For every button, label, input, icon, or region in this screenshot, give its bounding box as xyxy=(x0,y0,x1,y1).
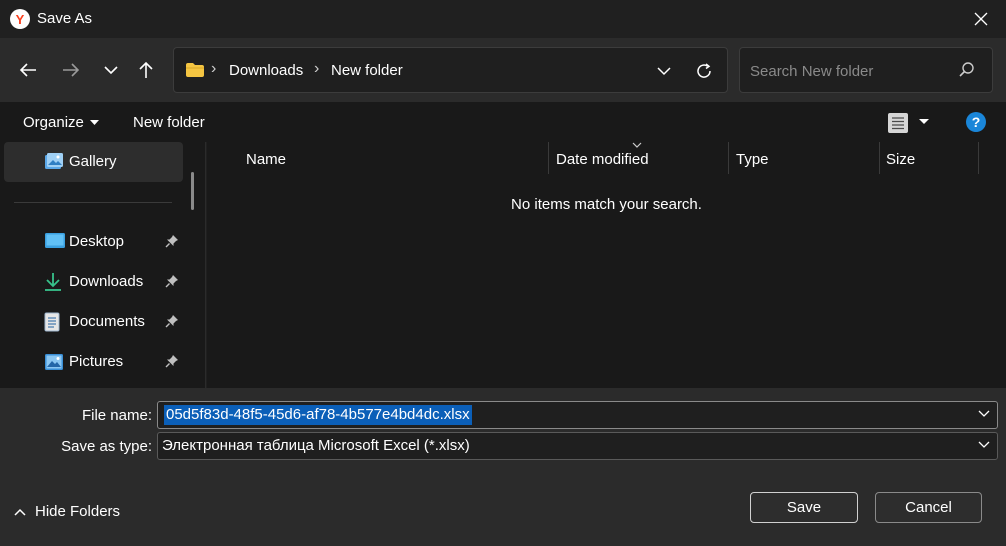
command-bar: Organize New folder ? xyxy=(0,102,1006,142)
yandex-browser-logo-icon: Y xyxy=(10,9,30,29)
chevron-down-icon xyxy=(104,66,118,75)
column-separator[interactable] xyxy=(548,142,549,174)
forward-button[interactable] xyxy=(56,55,86,85)
search-input[interactable] xyxy=(750,61,950,81)
empty-message: No items match your search. xyxy=(511,196,702,213)
pictures-icon xyxy=(45,354,63,370)
chevron-up-icon xyxy=(14,508,26,516)
sidebar-item-gallery[interactable]: Gallery xyxy=(4,142,183,182)
up-button[interactable] xyxy=(131,55,161,85)
pin-icon[interactable] xyxy=(165,354,179,368)
cancel-button[interactable]: Cancel xyxy=(875,492,982,523)
sidebar-item-desktop[interactable]: Desktop xyxy=(4,222,183,262)
sidebar-item-label: Downloads xyxy=(69,273,144,290)
file-list: Name Date modified Type Size No items ma… xyxy=(207,142,1006,388)
hide-folders-label: Hide Folders xyxy=(35,503,121,520)
save-button[interactable]: Save xyxy=(750,492,858,523)
save-type-label: Save as type: xyxy=(61,438,152,455)
organize-label: Organize xyxy=(23,114,84,131)
sidebar-item-label: Documents xyxy=(69,313,145,330)
refresh-button[interactable] xyxy=(691,58,717,84)
sidebar-item-label: Gallery xyxy=(69,153,117,170)
sidebar-item-label: Desktop xyxy=(69,233,125,250)
file-name-field[interactable]: 05d5f83d-48f5-45d6-af78-4b577e4bd4dc.xls… xyxy=(157,401,998,429)
navigation-pane: Gallery Desktop Downloads Documents Pict… xyxy=(0,142,206,388)
column-header-size[interactable]: Size xyxy=(886,151,915,168)
recent-locations-button[interactable] xyxy=(96,55,126,85)
title-bar: Y Save As xyxy=(0,0,1006,38)
search-box[interactable] xyxy=(739,47,993,93)
refresh-icon xyxy=(697,63,711,78)
breadcrumb-separator: › xyxy=(314,60,320,77)
breadcrumb-downloads[interactable]: Downloads xyxy=(229,62,303,79)
download-icon xyxy=(45,273,61,291)
details-view-icon[interactable] xyxy=(887,112,909,134)
pin-icon[interactable] xyxy=(165,314,179,328)
help-icon[interactable]: ? xyxy=(966,112,986,132)
navigation-bar: › Downloads › New folder xyxy=(0,38,1006,102)
pin-icon[interactable] xyxy=(165,274,179,288)
file-name-label: File name: xyxy=(81,407,152,424)
chevron-down-icon[interactable] xyxy=(978,441,990,449)
sidebar-item-pictures[interactable]: Pictures xyxy=(4,342,183,382)
arrow-left-icon xyxy=(19,63,36,77)
close-button[interactable] xyxy=(966,4,996,34)
window-title: Save As xyxy=(37,10,93,27)
address-bar[interactable]: › Downloads › New folder xyxy=(173,47,728,93)
save-form: File name: 05d5f83d-48f5-45d6-af78-4b577… xyxy=(0,388,1006,546)
new-folder-button[interactable]: New folder xyxy=(133,114,205,131)
breadcrumb-new-folder[interactable]: New folder xyxy=(331,62,403,79)
arrow-right-icon xyxy=(63,63,80,77)
folder-icon xyxy=(186,63,204,77)
column-header-type[interactable]: Type xyxy=(736,151,769,168)
pin-icon[interactable] xyxy=(165,234,179,248)
desktop-icon xyxy=(45,233,65,248)
breadcrumb-separator: › xyxy=(211,60,217,77)
column-header-date-modified[interactable]: Date modified xyxy=(556,151,649,168)
sidebar-item-documents[interactable]: Documents xyxy=(4,302,183,342)
save-type-select[interactable]: Электронная таблица Microsoft Excel (*.x… xyxy=(157,432,998,460)
caret-down-icon[interactable] xyxy=(919,119,929,125)
save-type-value: Электронная таблица Microsoft Excel (*.x… xyxy=(162,437,470,454)
organize-button[interactable]: Organize xyxy=(23,114,99,131)
column-header-name[interactable]: Name xyxy=(246,151,286,168)
caret-down-icon xyxy=(89,119,99,125)
hide-folders-button[interactable]: Hide Folders xyxy=(14,503,120,520)
column-separator[interactable] xyxy=(728,142,729,174)
arrow-up-icon xyxy=(139,61,153,78)
chevron-down-icon xyxy=(657,66,671,75)
sidebar-item-downloads[interactable]: Downloads xyxy=(4,262,183,302)
column-separator[interactable] xyxy=(879,142,880,174)
sidebar-divider xyxy=(14,202,172,203)
column-separator[interactable] xyxy=(978,142,979,174)
search-icon xyxy=(959,62,974,77)
sidebar-scrollbar[interactable] xyxy=(191,172,194,210)
gallery-icon xyxy=(45,153,63,169)
back-button[interactable] xyxy=(13,55,43,85)
file-name-value[interactable]: 05d5f83d-48f5-45d6-af78-4b577e4bd4dc.xls… xyxy=(164,405,472,425)
document-icon xyxy=(44,312,60,332)
close-icon xyxy=(974,12,988,26)
chevron-down-icon[interactable] xyxy=(978,410,990,418)
address-dropdown-button[interactable] xyxy=(652,60,676,82)
sort-descending-icon xyxy=(632,142,642,148)
sidebar-item-label: Pictures xyxy=(69,353,124,370)
